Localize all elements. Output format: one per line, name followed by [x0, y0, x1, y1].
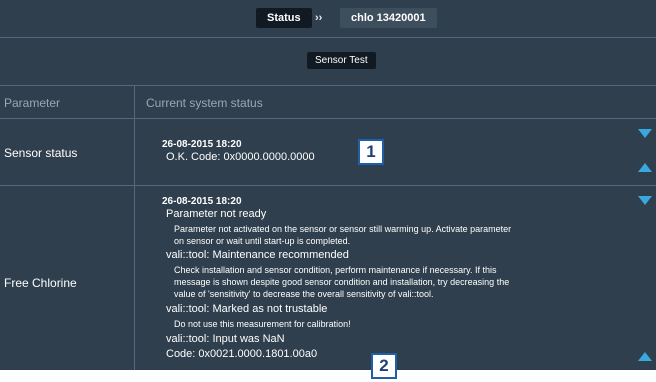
status-detail: message is shown despite good sensor con…: [174, 277, 510, 287]
status-line: Parameter not ready: [166, 208, 267, 220]
callout-1: 1: [358, 139, 384, 165]
table-header: Parameter Current system status: [0, 86, 656, 119]
callout-2: 2: [371, 353, 397, 379]
subheader-bar: Sensor Test: [0, 38, 656, 86]
tab-sensor-test[interactable]: Sensor Test: [307, 52, 376, 69]
status-code: Code: 0x0021.0000.1801.00a0: [166, 348, 318, 360]
scroll-up-icon[interactable]: [638, 352, 652, 361]
status-line: vali::tool: Maintenance recommended: [166, 249, 349, 261]
breadcrumb-bar: Status ›› chlo 13420001: [0, 0, 656, 38]
status-detail: on sensor or wait until start-up is comp…: [174, 236, 351, 246]
column-header-parameter: Parameter: [4, 96, 61, 110]
scroll-down-icon[interactable]: [638, 129, 652, 138]
status-detail: Check installation and sensor condition,…: [174, 265, 497, 275]
row-timestamp: 26-08-2015 18:20: [162, 139, 242, 150]
row-label: Sensor status: [4, 146, 78, 160]
scroll-up-icon[interactable]: [638, 163, 652, 172]
status-detail: Parameter not activated on the sensor or…: [174, 224, 512, 234]
column-header-current-status: Current system status: [146, 96, 263, 110]
row-label: Free Chlorine: [4, 276, 77, 290]
table-row-sensor-status: Sensor status 26-08-2015 18:20 O.K. Code…: [0, 119, 656, 186]
status-detail: Do not use this measurement for calibrat…: [174, 319, 351, 329]
sensor-test-panel: Status ›› chlo 13420001 Sensor Test Para…: [0, 0, 656, 370]
table-row-free-chlorine: Free Chlorine 26-08-2015 18:20 Parameter…: [0, 186, 656, 370]
status-line: O.K. Code: 0x0000.0000.0000: [166, 151, 315, 163]
status-line: vali::tool: Input was NaN: [166, 333, 285, 345]
breadcrumb-separator-icon: ››: [315, 12, 323, 24]
breadcrumb-device[interactable]: chlo 13420001: [340, 8, 437, 28]
row-timestamp: 26-08-2015 18:20: [162, 196, 242, 207]
breadcrumb-status[interactable]: Status: [256, 8, 312, 28]
status-line: vali::tool: Marked as not trustable: [166, 303, 328, 315]
scroll-down-icon[interactable]: [638, 196, 652, 205]
status-detail: value of 'sensitivity' to decrease the o…: [174, 289, 434, 299]
